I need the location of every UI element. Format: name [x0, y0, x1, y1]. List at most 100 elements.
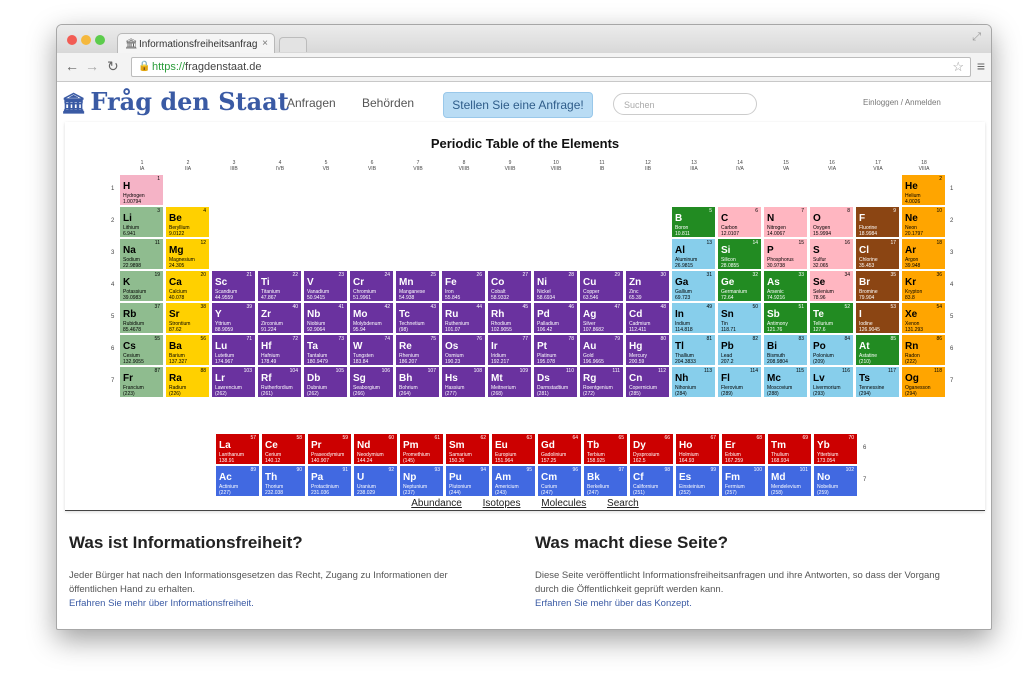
login-link[interactable]: Einloggen / Anmelden — [863, 98, 941, 107]
element-yb[interactable]: 70 Yb Ytterbium 173.054 — [813, 433, 858, 465]
element-lv[interactable]: 116 Lv Livermorium (293) — [809, 366, 854, 398]
element-cm[interactable]: 96 Cm Curium (247) — [537, 465, 582, 497]
element-ge[interactable]: 32 Ge Germanium 72.64 — [717, 270, 762, 302]
element-pu[interactable]: 94 Pu Plutonium (244) — [445, 465, 490, 497]
element-n[interactable]: 7 N Nitrogen 14.0067 — [763, 206, 808, 238]
element-li[interactable]: 3 Li Lithium 6.941 — [119, 206, 164, 238]
element-cu[interactable]: 29 Cu Copper 63.546 — [579, 270, 624, 302]
element-fr[interactable]: 87 Fr Francium (223) — [119, 366, 164, 398]
nav-anfragen[interactable]: Anfragen — [287, 96, 336, 110]
element-pm[interactable]: 61 Pm Promethium (145) — [399, 433, 444, 465]
element-tb[interactable]: 65 Tb Terbium 158.925 — [583, 433, 628, 465]
element-os[interactable]: 76 Os Osmium 190.23 — [441, 334, 486, 366]
minimize-window-button[interactable] — [81, 35, 91, 45]
element-og[interactable]: 118 Og Oganesson (294) — [901, 366, 946, 398]
element-al[interactable]: 13 Al Aluminum 26.9815 — [671, 238, 716, 270]
element-ts[interactable]: 117 Ts Tennessine (294) — [855, 366, 900, 398]
element-b[interactable]: 5 B Boron 10.811 — [671, 206, 716, 238]
element-cn[interactable]: 112 Cn Copernicium (285) — [625, 366, 670, 398]
element-np[interactable]: 93 Np Neptunium (237) — [399, 465, 444, 497]
element-u[interactable]: 92 U Uranium 238.029 — [353, 465, 398, 497]
element-si[interactable]: 14 Si Silicon 28.0855 — [717, 238, 762, 270]
element-pa[interactable]: 91 Pa Protactinium 231.036 — [307, 465, 352, 497]
element-as[interactable]: 33 As Arsenic 74.9216 — [763, 270, 808, 302]
element-hs[interactable]: 108 Hs Hassium (277) — [441, 366, 486, 398]
element-sn[interactable]: 50 Sn Tin 118.71 — [717, 302, 762, 334]
element-fl[interactable]: 114 Fl Flerovium (289) — [717, 366, 762, 398]
element-zr[interactable]: 40 Zr Zirconium 91.224 — [257, 302, 302, 334]
element-mt[interactable]: 109 Mt Meitnerium (268) — [487, 366, 532, 398]
element-pd[interactable]: 46 Pd Palladium 106.42 — [533, 302, 578, 334]
element-he[interactable]: 2 He Helium 4.0026 — [901, 174, 946, 206]
element-fm[interactable]: 100 Fm Fermium (257) — [721, 465, 766, 497]
element-o[interactable]: 8 O Oxygen 15.9994 — [809, 206, 854, 238]
element-la[interactable]: 57 La Lanthanum 138.91 — [215, 433, 260, 465]
forward-icon[interactable]: → — [85, 58, 99, 74]
element-mc[interactable]: 115 Mc Moscovium (288) — [763, 366, 808, 398]
element-p[interactable]: 15 P Phosphorus 30.9738 — [763, 238, 808, 270]
browser-tab[interactable]: 🏛 Informationsfreiheitsanfrage × — [117, 33, 275, 54]
element-lu[interactable]: 71 Lu Lutetium 174.967 — [211, 334, 256, 366]
element-cr[interactable]: 24 Cr Chromium 51.9961 — [349, 270, 394, 302]
element-ga[interactable]: 31 Ga Gallium 69.723 — [671, 270, 716, 302]
close-window-button[interactable] — [67, 35, 77, 45]
element-bk[interactable]: 97 Bk Berkelium (247) — [583, 465, 628, 497]
element-es[interactable]: 99 Es Einsteinium (252) — [675, 465, 720, 497]
element-rb[interactable]: 37 Rb Rubidium 85.4678 — [119, 302, 164, 334]
element-ir[interactable]: 77 Ir Iridium 192.217 — [487, 334, 532, 366]
element-ds[interactable]: 110 Ds Darmstadtium (281) — [533, 366, 578, 398]
reload-icon[interactable]: ↻ — [107, 58, 119, 74]
element-pt[interactable]: 78 Pt Platinum 195.078 — [533, 334, 578, 366]
tab-close-icon[interactable]: × — [262, 38, 268, 49]
element-tl[interactable]: 81 Tl Thallium 204.3833 — [671, 334, 716, 366]
element-nh[interactable]: 113 Nh Nihonium (284) — [671, 366, 716, 398]
bookmark-star-icon[interactable]: ☆ — [952, 58, 964, 76]
make-request-button[interactable]: Stellen Sie eine Anfrage! — [443, 92, 593, 118]
element-pr[interactable]: 59 Pr Praseodymium 140.907 — [307, 433, 352, 465]
site-logo[interactable]: 🏛 Fråg den Staat — [61, 87, 289, 116]
element-sb[interactable]: 51 Sb Antimony 121.76 — [763, 302, 808, 334]
element-tm[interactable]: 69 Tm Thulium 168.934 — [767, 433, 812, 465]
element-se[interactable]: 34 Se Selenium 78.96 — [809, 270, 854, 302]
element-mo[interactable]: 42 Mo Molybdenum 95.94 — [349, 302, 394, 334]
element-w[interactable]: 74 W Tungsten 183.84 — [349, 334, 394, 366]
element-v[interactable]: 23 V Vanadium 50.9415 — [303, 270, 348, 302]
maximize-window-button[interactable] — [95, 35, 105, 45]
element-gd[interactable]: 64 Gd Gadolinium 157.25 — [537, 433, 582, 465]
element-ni[interactable]: 28 Ni Nickel 58.6934 — [533, 270, 578, 302]
element-ac[interactable]: 89 Ac Actinium (227) — [215, 465, 260, 497]
element-am[interactable]: 95 Am Americium (243) — [491, 465, 536, 497]
search-link[interactable]: Search — [607, 498, 639, 509]
molecules-link[interactable]: Molecules — [541, 498, 586, 509]
element-ar[interactable]: 18 Ar Argon 39.948 — [901, 238, 946, 270]
element-er[interactable]: 68 Er Erbium 167.259 — [721, 433, 766, 465]
element-th[interactable]: 90 Th Thorium 232.038 — [261, 465, 306, 497]
element-nb[interactable]: 41 Nb Niobium 92.9064 — [303, 302, 348, 334]
element-fe[interactable]: 26 Fe Iron 55.845 — [441, 270, 486, 302]
element-cs[interactable]: 55 Cs Cesium 132.9055 — [119, 334, 164, 366]
element-ti[interactable]: 22 Ti Titanium 47.867 — [257, 270, 302, 302]
element-ta[interactable]: 73 Ta Tantalum 180.9479 — [303, 334, 348, 366]
isotopes-link[interactable]: Isotopes — [483, 498, 521, 509]
element-ne[interactable]: 10 Ne Neon 20.1797 — [901, 206, 946, 238]
element-re[interactable]: 75 Re Rhenium 186.207 — [395, 334, 440, 366]
element-ru[interactable]: 44 Ru Ruthenium 101.07 — [441, 302, 486, 334]
element-sg[interactable]: 106 Sg Seaborgium (266) — [349, 366, 394, 398]
address-bar[interactable]: 🔒 https://fragdenstaat.de ☆ — [131, 57, 971, 77]
element-cl[interactable]: 17 Cl Chlorine 35.453 — [855, 238, 900, 270]
fullscreen-icon[interactable]: ⤢ — [972, 31, 981, 44]
element-in[interactable]: 49 In Indium 114.818 — [671, 302, 716, 334]
element-ce[interactable]: 58 Ce Cerium 140.12 — [261, 433, 306, 465]
element-ho[interactable]: 67 Ho Holmium 164.93 — [675, 433, 720, 465]
element-no[interactable]: 102 No Nobelium (259) — [813, 465, 858, 497]
element-co[interactable]: 27 Co Cobalt 58.9332 — [487, 270, 532, 302]
nav-behoerden[interactable]: Behörden — [362, 96, 414, 110]
element-na[interactable]: 11 Na Sodium 22.9898 — [119, 238, 164, 270]
element-y[interactable]: 39 Y Yttrium 88.9059 — [211, 302, 256, 334]
element-po[interactable]: 84 Po Polonium (209) — [809, 334, 854, 366]
element-rh[interactable]: 45 Rh Rhodium 102.9055 — [487, 302, 532, 334]
menu-icon[interactable]: ≡ — [977, 58, 985, 74]
element-rg[interactable]: 111 Rg Roentgenium (272) — [579, 366, 624, 398]
element-rn[interactable]: 86 Rn Radon (222) — [901, 334, 946, 366]
element-eu[interactable]: 63 Eu Europium 151.964 — [491, 433, 536, 465]
